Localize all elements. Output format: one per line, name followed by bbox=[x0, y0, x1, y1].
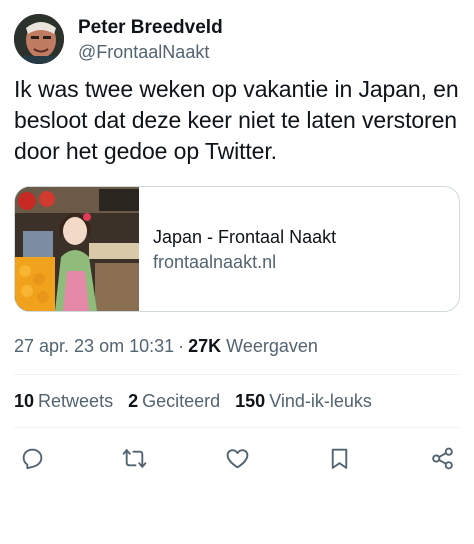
divider bbox=[14, 374, 460, 375]
share-icon bbox=[431, 447, 453, 469]
quotes-label: Geciteerd bbox=[142, 391, 221, 411]
meta-separator: · bbox=[178, 336, 185, 356]
display-name[interactable]: Peter Breedveld bbox=[78, 16, 223, 40]
tweet: Peter Breedveld @FrontaalNaakt Ik was tw… bbox=[0, 0, 474, 544]
likes-count: 150 bbox=[235, 391, 266, 411]
like-button[interactable] bbox=[219, 440, 255, 476]
likes-stat[interactable]: 150 Vind-ik-leuks bbox=[235, 389, 372, 413]
divider bbox=[14, 427, 460, 428]
views-label: Weergaven bbox=[226, 336, 318, 356]
retweets-stat[interactable]: 10 Retweets bbox=[14, 389, 113, 413]
author-names: Peter Breedveld @FrontaalNaakt bbox=[78, 16, 223, 63]
tweet-meta: 27 apr. 23 om 10:31 · 27K Weergaven bbox=[14, 334, 318, 358]
likes-label: Vind-ik-leuks bbox=[269, 391, 372, 411]
timestamp[interactable]: 27 apr. 23 om 10:31 bbox=[14, 336, 174, 356]
card-thumbnail bbox=[15, 187, 139, 311]
retweets-label: Retweets bbox=[38, 391, 114, 411]
retweets-count: 10 bbox=[14, 391, 35, 411]
reply-button[interactable] bbox=[14, 440, 50, 476]
avatar[interactable] bbox=[14, 14, 64, 64]
share-button[interactable] bbox=[424, 440, 460, 476]
card-domain: frontaalnaakt.nl bbox=[153, 251, 277, 272]
tweet-text: Ik was twee weken op vakantie in Japan, … bbox=[14, 76, 459, 164]
card-title: Japan - Frontaal Naakt bbox=[153, 226, 337, 247]
bookmark-icon bbox=[331, 448, 348, 469]
quotes-stat[interactable]: 2 Geciteerd bbox=[128, 389, 220, 413]
retweet-icon bbox=[122, 448, 147, 468]
bookmark-button[interactable] bbox=[322, 440, 358, 476]
views-count: 27K bbox=[188, 336, 222, 356]
link-card[interactable]: Japan - Frontaal Naakt frontaalnaakt.nl bbox=[14, 186, 460, 312]
engagement-stats: 10 Retweets 2 Geciteerd 150 Vind-ik-leuks bbox=[14, 389, 387, 413]
tweet-header: Peter Breedveld @FrontaalNaakt bbox=[14, 14, 223, 64]
reply-icon bbox=[22, 448, 42, 469]
like-icon bbox=[226, 448, 248, 468]
card-text: Japan - Frontaal Naakt frontaalnaakt.nl bbox=[139, 187, 336, 311]
handle[interactable]: @FrontaalNaakt bbox=[78, 41, 223, 63]
action-bar bbox=[14, 440, 460, 476]
quotes-count: 2 bbox=[128, 391, 139, 411]
retweet-button[interactable] bbox=[117, 440, 153, 476]
